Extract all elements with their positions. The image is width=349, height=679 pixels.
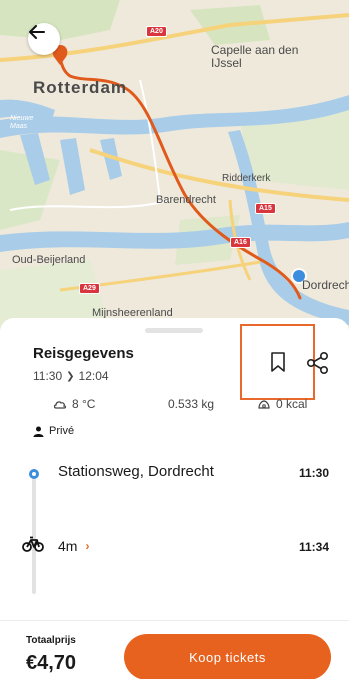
- road-badge-a15: A15: [255, 203, 276, 214]
- road-badge-a20: A20: [146, 26, 167, 37]
- stop-dot-icon: [29, 469, 39, 479]
- road-badge-a16: A16: [230, 237, 251, 248]
- bike-leg-row[interactable]: 4m ›: [58, 538, 89, 554]
- map-label-capelle: Capelle aan den IJssel: [211, 43, 299, 70]
- trip-times: 11:30 ❯ 12:04: [33, 369, 109, 383]
- profile-label: Privé: [49, 425, 75, 437]
- co2-stat: 0.533 kg: [168, 397, 214, 411]
- arrow-left-icon: [29, 25, 45, 39]
- kcal-stat: 0 kcal: [257, 397, 307, 411]
- road-badge-a29: A29: [79, 283, 100, 294]
- share-icon: [306, 351, 329, 375]
- depart-time: 11:30: [33, 369, 63, 383]
- stop-name[interactable]: Stationsweg, Dordrecht: [58, 463, 214, 480]
- sheet-title: Reisgegevens: [33, 345, 134, 362]
- stop-time: 11:30: [298, 466, 329, 480]
- profile-indicator: Privé: [33, 425, 74, 437]
- co2-value: 0.533 kg: [168, 397, 215, 411]
- map-label-nieuwe-maas: Nieuwe Maas: [10, 115, 34, 130]
- route-map[interactable]: Rotterdam Capelle aan den IJssel Ridderk…: [0, 0, 349, 330]
- chevron-right-icon: ›: [85, 539, 90, 553]
- user-icon: [33, 426, 44, 437]
- bicycle-icon: [22, 536, 44, 557]
- trip-stats: 8 °C 0.533 kg 0 kcal: [0, 397, 349, 417]
- bookmark-icon: [270, 352, 285, 372]
- cloud-icon: [53, 401, 67, 409]
- total-price-value: €4,70: [26, 652, 77, 674]
- map-label-ridderkerk: Ridderkerk: [222, 173, 271, 184]
- chevron-right-icon: ❯: [66, 370, 75, 382]
- buy-tickets-button[interactable]: Koop tickets: [124, 634, 331, 679]
- bookmark-button[interactable]: [240, 324, 315, 400]
- back-button[interactable]: [28, 23, 60, 55]
- share-button[interactable]: [306, 351, 330, 380]
- leg-time: 11:34: [298, 540, 329, 554]
- map-label-rotterdam: Rotterdam: [33, 78, 128, 97]
- map-label-dordrecht: Dordrecht: [302, 278, 349, 292]
- sheet-drag-handle[interactable]: [145, 328, 203, 333]
- temperature-value: 8 °C: [72, 397, 96, 411]
- leg-duration: 4m: [58, 538, 78, 554]
- map-label-oud-beijerland: Oud-Beijerland: [12, 254, 86, 266]
- kcal-value: 0 kcal: [276, 397, 308, 411]
- kcal-icon: [258, 400, 270, 409]
- temperature-stat: 8 °C: [53, 397, 95, 411]
- map-label-barendrecht: Barendrecht: [156, 194, 216, 206]
- checkout-footer: Totaalprijs €4,70 Koop tickets: [0, 620, 349, 679]
- total-price-label: Totaalprijs: [26, 635, 76, 646]
- arrive-time: 12:04: [78, 369, 109, 383]
